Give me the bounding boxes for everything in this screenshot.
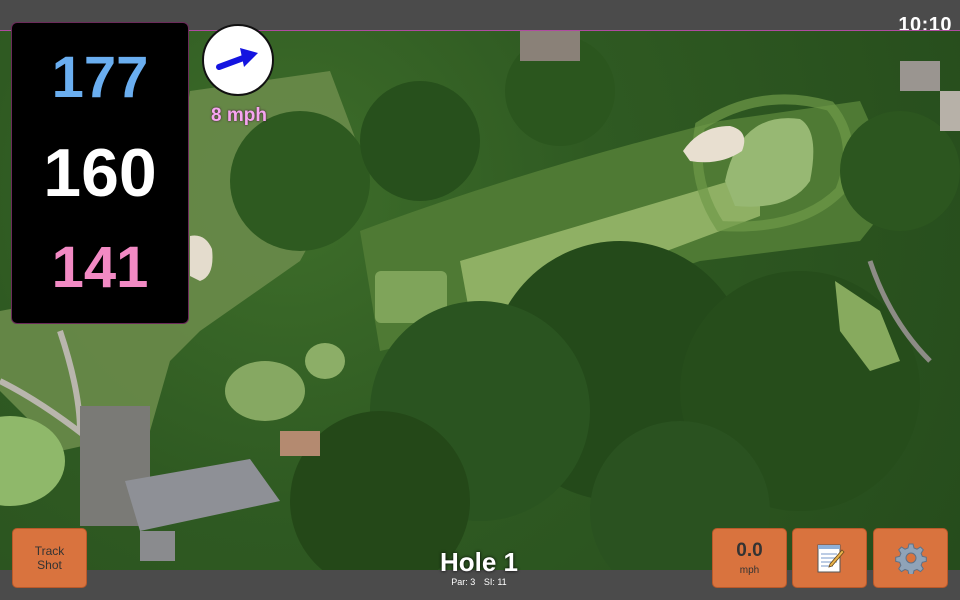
settings-button[interactable] bbox=[873, 528, 948, 588]
notes-button[interactable] bbox=[792, 528, 867, 588]
front-distance: 141 bbox=[51, 235, 149, 300]
hole-title: Hole 1 bbox=[439, 547, 519, 577]
distance-panel: 177 160 141 bbox=[11, 22, 189, 324]
wind-arrow-icon bbox=[216, 48, 258, 70]
middle-distance: 160 bbox=[43, 135, 157, 211]
hole-par: Par: 3 bbox=[451, 577, 476, 587]
wind-direction-dial bbox=[202, 24, 274, 96]
speed-button[interactable]: 0.0 mph bbox=[712, 528, 787, 588]
speed-value: 0.0 bbox=[736, 539, 763, 561]
notepad-icon bbox=[817, 544, 845, 573]
back-distance: 177 bbox=[51, 45, 149, 110]
wind-speed-label: 8 mph bbox=[211, 105, 267, 126]
gear-icon bbox=[894, 543, 927, 574]
track-shot-button[interactable]: Track Shot bbox=[12, 528, 87, 588]
hole-stroke-index: SI: 11 bbox=[483, 577, 507, 587]
speed-unit: mph bbox=[739, 564, 760, 576]
hole-info: Par: 3 SI: 11 bbox=[379, 577, 579, 587]
